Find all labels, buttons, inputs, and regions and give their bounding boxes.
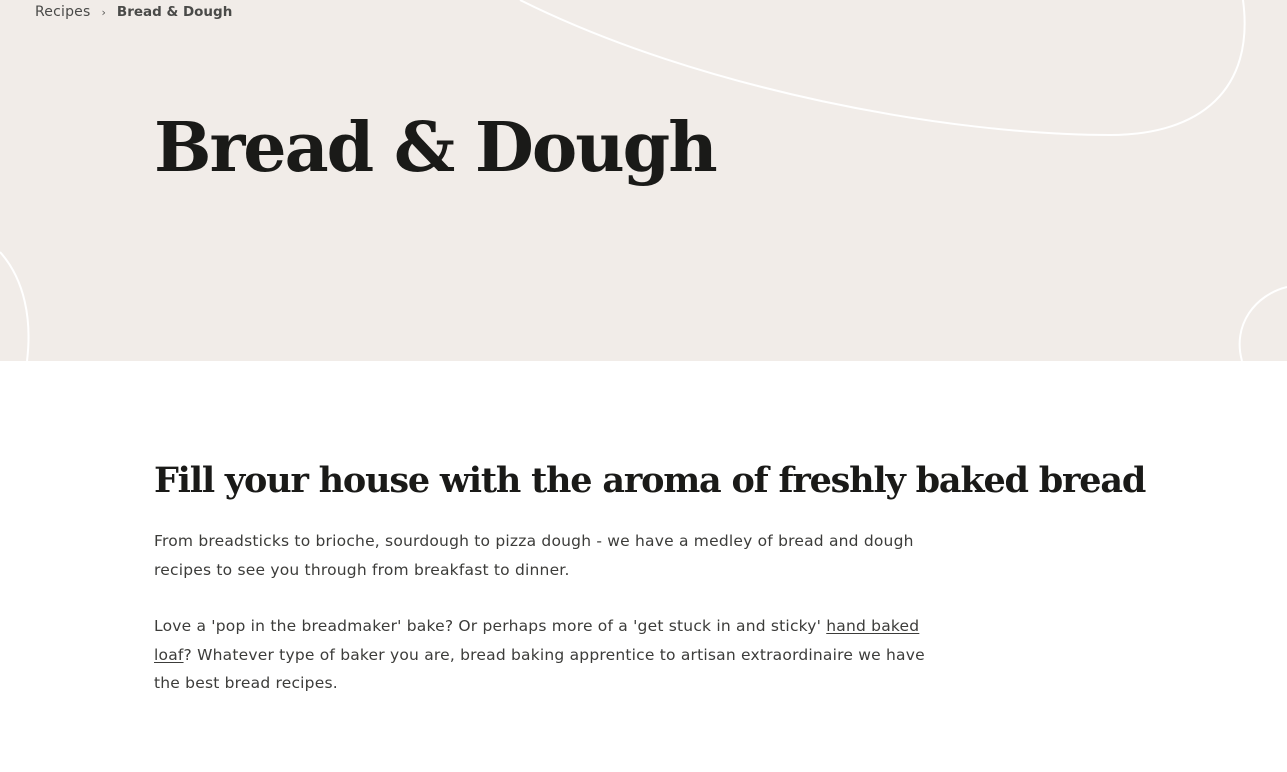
intro-paragraph-2: Love a 'pop in the breadmaker' bake? Or … — [154, 612, 944, 698]
intro-heading: Fill your house with the aroma of freshl… — [154, 460, 1146, 501]
intro-paragraph-2-text-end: ? Whatever type of baker you are, bread … — [154, 645, 925, 693]
hero-banner: Recipes › Bread & Dough Bread & Dough — [0, 0, 1287, 361]
bottom-right-curve — [1238, 286, 1287, 361]
breadcrumb: Recipes › Bread & Dough — [35, 4, 232, 20]
breadcrumb-recipes-link[interactable]: Recipes — [35, 4, 91, 20]
intro-paragraph-1: From breadsticks to brioche, sourdough t… — [154, 532, 914, 579]
page-title: Bread & Dough — [154, 108, 718, 188]
breadcrumb-current: Bread & Dough — [116, 4, 233, 20]
intro-paragraph-2-text: Love a 'pop in the breadmaker' bake? Or … — [154, 617, 827, 635]
left-curve — [0, 251, 30, 361]
breadcrumb-separator: › — [101, 5, 106, 19]
intro-section: Fill your house with the aroma of freshl… — [154, 460, 1154, 726]
